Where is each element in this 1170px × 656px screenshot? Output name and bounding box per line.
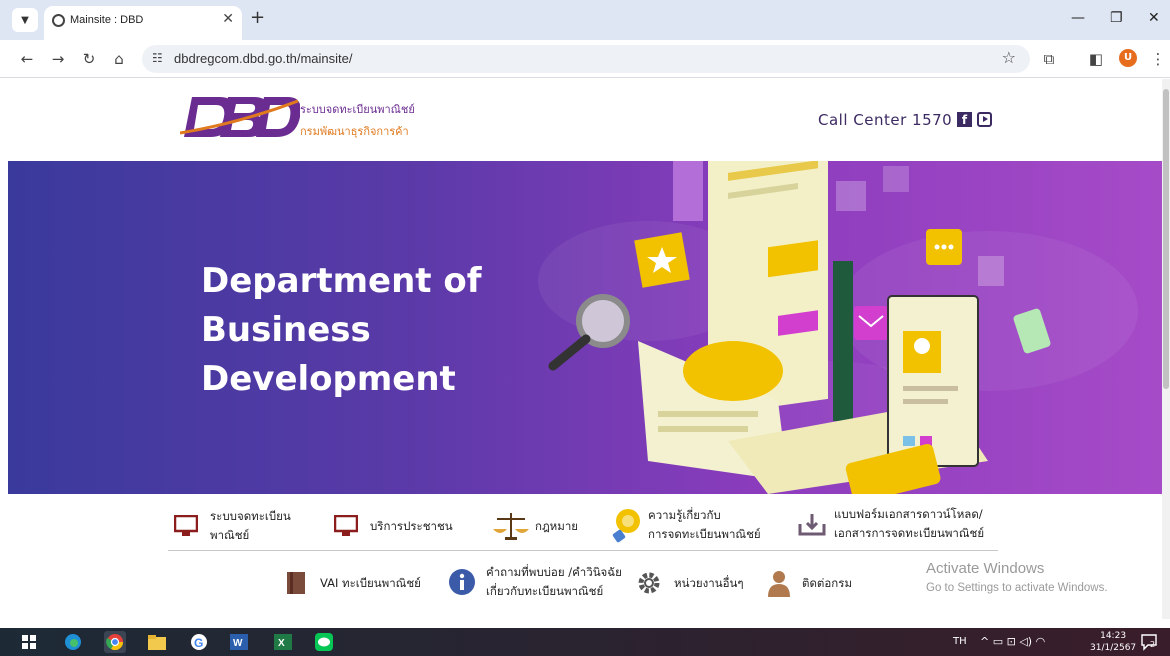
active-tab[interactable]: Mainsite : DBD ✕ (44, 6, 242, 40)
menu-label: หน่วยงานอื่นๆ (674, 575, 744, 590)
line-app-icon[interactable] (313, 631, 335, 653)
close-window-icon[interactable]: ✕ (1148, 10, 1160, 26)
close-tab-icon[interactable]: ✕ (222, 11, 234, 27)
clock-time: 14:23 (1100, 631, 1127, 641)
notification-icon[interactable]: 2 (1140, 633, 1158, 651)
logo-subtitle-department: กรมพัฒนาธุรกิจการค้า (300, 125, 409, 138)
address-bar[interactable]: ☷ dbdregcom.dbd.go.th/mainsite/ ☆ (142, 45, 1030, 73)
menu-label: ติดต่อกรม (802, 575, 853, 590)
person-icon (768, 571, 790, 597)
windows-taskbar: G W X TH ^ ▭ ⊡ ◁) ◠ 14:23 31/1/2567 2 (0, 628, 1170, 656)
windows-start-icon[interactable] (18, 631, 40, 653)
system-tray-icons[interactable]: ^ ▭ ⊡ ◁) ◠ (980, 635, 1045, 648)
edge-icon[interactable] (62, 631, 84, 653)
restore-icon[interactable]: ❐ (1110, 10, 1123, 26)
menu-item-law[interactable]: กฎหมาย (493, 511, 578, 541)
forward-arrow-icon[interactable]: → (47, 48, 69, 70)
menu-item-other-agencies[interactable]: หน่วยงานอื่นๆ (636, 570, 744, 596)
profile-avatar[interactable]: U (1119, 49, 1137, 67)
menu-item-contact[interactable]: ติดต่อกรม (766, 569, 852, 597)
menu-label: พาณิชย์ (210, 528, 250, 542)
call-center-text: Call Center 1570 / (818, 111, 964, 129)
chrome-icon[interactable] (104, 631, 126, 653)
extensions-icon[interactable]: ⧉ (1038, 48, 1060, 70)
main-menu-row-2: VAI ทะเบียนพาณิชย์ คำถามที่พบบ่อย /คำวิน… (284, 557, 904, 607)
logo-subtitle-system: ระบบจดทะเบียนพาณิชย์ (300, 103, 415, 116)
tab-title: Mainsite : DBD (70, 14, 144, 26)
dbd-logo[interactable] (180, 93, 300, 141)
excel-icon[interactable]: X (272, 631, 294, 653)
scales-icon (493, 513, 529, 540)
menu-item-public-services[interactable]: บริการประชาชน (334, 515, 453, 537)
side-panel-icon[interactable]: ◧ (1085, 48, 1107, 70)
hero-title-line: Business (201, 310, 371, 350)
site-settings-icon[interactable]: ☷ (152, 51, 163, 65)
youtube-icon[interactable] (977, 112, 992, 127)
home-icon[interactable]: ⌂ (108, 48, 130, 70)
lightbulb-icon (612, 509, 640, 543)
menu-label: แบบฟอร์มเอกสารดาวน์โหลด/ (834, 507, 983, 521)
menu-item-faq[interactable]: คำถามที่พบบ่อย /คำวินิจฉัย เกี่ยวกับทะเบ… (448, 563, 622, 601)
menu-label: การจดทะเบียนพาณิชย์ (648, 527, 761, 541)
page-scrollbar[interactable] (1162, 79, 1170, 619)
tab-search-button[interactable]: ▼ (12, 8, 38, 32)
book-icon (287, 572, 305, 594)
hero-title-line: Department of (201, 261, 482, 301)
new-tab-button[interactable]: + (250, 8, 265, 28)
menu-label: เอกสารการจดทะเบียนพาณิชย์ (834, 526, 985, 540)
google-icon[interactable]: G (188, 631, 210, 653)
word-icon[interactable]: W (228, 631, 250, 653)
bookmark-star-icon[interactable]: ☆ (1002, 48, 1016, 67)
download-icon (798, 514, 826, 536)
reload-icon[interactable]: ↻ (78, 48, 100, 70)
activate-windows-title: Activate Windows (926, 560, 1045, 577)
browser-tab-strip: ▼ Mainsite : DBD ✕ + — ❐ ✕ (0, 0, 1170, 40)
info-icon (449, 569, 475, 595)
monitor-icon (174, 515, 198, 536)
menu-item-download-forms[interactable]: แบบฟอร์มเอกสารดาวน์โหลด/ เอกสารการจดทะเบ… (798, 505, 984, 543)
menu-label: คำถามที่พบบ่อย /คำวินิจฉัย (486, 565, 622, 579)
menu-kebab-icon[interactable]: ⋮ (1147, 48, 1169, 70)
web-page: ระบบจดทะเบียนพาณิชย์ กรมพัฒนาธุรกิจการค้… (8, 79, 1162, 619)
globe-icon (52, 14, 65, 27)
menu-label: บริการประชาชน (370, 518, 453, 533)
menu-item-commercial-registration[interactable]: ระบบจดทะเบียน พาณิชย์ (174, 507, 291, 545)
minimize-icon[interactable]: — (1071, 10, 1085, 26)
back-arrow-icon[interactable]: ← (16, 48, 38, 70)
menu-item-vai-registration[interactable]: VAI ทะเบียนพาณิชย์ (286, 571, 421, 595)
file-explorer-icon[interactable] (146, 631, 168, 653)
browser-toolbar: ← → ↻ ⌂ ☷ dbdregcom.dbd.go.th/mainsite/ … (0, 40, 1170, 78)
menu-item-registration-knowledge[interactable]: ความรู้เกี่ยวกับ การจดทะเบียนพาณิชย์ (610, 506, 761, 544)
menu-label: ความรู้เกี่ยวกับ (648, 508, 721, 522)
main-menu-row-1: ระบบจดทะเบียน พาณิชย์ บริการประชาชน กฎหม… (168, 499, 998, 553)
menu-label: VAI ทะเบียนพาณิชย์ (320, 575, 421, 590)
hero-illustration (548, 161, 1051, 494)
svg-text:G: G (194, 636, 203, 650)
gear-icon (638, 572, 660, 594)
hero-title-line: Development (201, 359, 456, 399)
clock-date: 31/1/2567 (1090, 643, 1137, 653)
url-text[interactable]: dbdregcom.dbd.go.th/mainsite/ (174, 51, 353, 66)
svg-text:W: W (233, 638, 243, 649)
facebook-icon[interactable]: f (957, 112, 972, 127)
hero-banner: Department of Business Development (8, 161, 1162, 494)
scroll-thumb[interactable] (1163, 89, 1169, 389)
input-language[interactable]: TH (953, 636, 967, 647)
notification-count: 2 (1150, 640, 1156, 649)
menu-label: ระบบจดทะเบียน (210, 509, 291, 523)
menu-label: กฎหมาย (535, 518, 579, 533)
activate-windows-hint: Go to Settings to activate Windows. (926, 582, 1108, 594)
monitor-icon (334, 515, 358, 536)
menu-divider (168, 550, 998, 551)
clock[interactable]: 14:23 31/1/2567 (1090, 630, 1136, 654)
svg-text:X: X (278, 638, 285, 649)
menu-label: เกี่ยวกับทะเบียนพาณิชย์ (486, 584, 604, 598)
hero-title: Department of Business Development (201, 257, 482, 404)
